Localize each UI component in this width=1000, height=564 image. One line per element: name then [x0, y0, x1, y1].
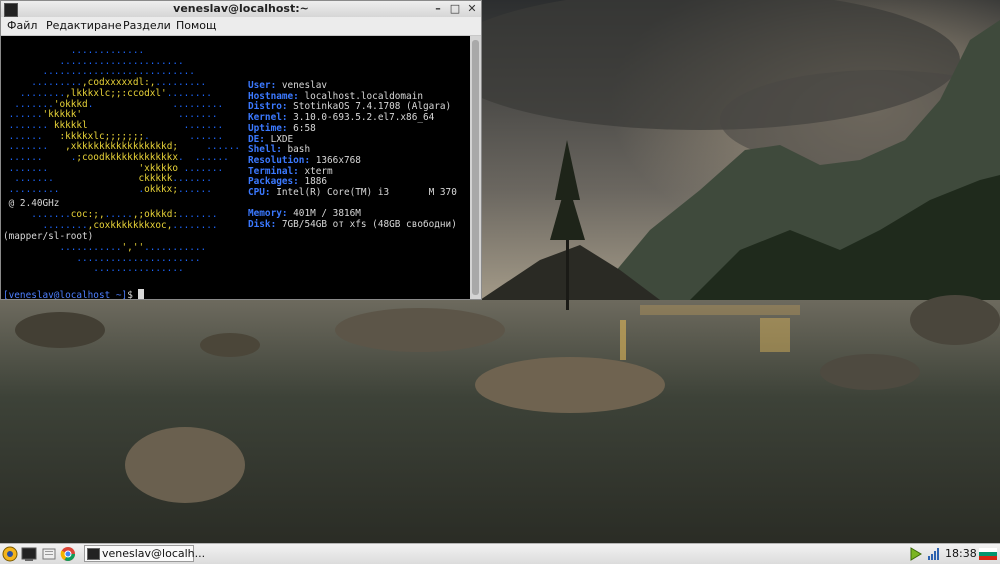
- info-key: Shell:: [248, 144, 282, 156]
- info-key: Kernel:: [248, 112, 288, 124]
- info-row: Disk: 7GB/54GB от xfs (48GB свободни): [248, 219, 457, 231]
- info-key: Distro:: [248, 101, 288, 113]
- menu-help[interactable]: Помощ: [176, 17, 216, 35]
- menu-file[interactable]: Файл: [7, 17, 37, 35]
- info-value: 6:58: [287, 122, 316, 134]
- ascii-logo-line: ................: [3, 263, 184, 275]
- info-value: Intel(R) Core(TM) i3 M 370: [270, 187, 457, 199]
- info-value: veneslav: [276, 80, 328, 91]
- ascii-logo-line: ........,coxkkkkkkkxoc,........: [3, 219, 218, 231]
- network-signal-icon[interactable]: [927, 547, 941, 561]
- terminal-scrollbar[interactable]: [470, 36, 481, 299]
- info-value: StotinkaOS 7.4.1708 (Algara): [287, 101, 452, 113]
- info-key: Packages:: [248, 176, 299, 188]
- taskbar-clock[interactable]: 18:38: [945, 544, 977, 564]
- taskbar-item-terminal[interactable]: veneslav@localh...: [84, 545, 205, 562]
- taskbar-item-label: veneslav@localh...: [102, 547, 206, 560]
- info-key: Hostname:: [248, 90, 299, 102]
- terminal-window[interactable]: veneslav@localhost:~ – □ ✕ Файл Редактир…: [0, 0, 482, 300]
- info-row: CPU: Intel(R) Core(TM) i3 M 370: [248, 187, 457, 199]
- ascii-logo-lower: .......coc:;,.....,;okkkd:....... ......…: [3, 209, 218, 231]
- text-cursor: [138, 289, 145, 299]
- info-key: Resolution:: [248, 154, 311, 166]
- chrome-browser-icon[interactable]: [60, 546, 76, 562]
- info-value: xterm: [298, 165, 333, 177]
- info-key: CPU:: [248, 187, 271, 199]
- info-key: User:: [248, 80, 277, 91]
- menu-tabs[interactable]: Раздели: [123, 17, 171, 35]
- info-value: 1366x768: [310, 154, 361, 166]
- media-play-icon[interactable]: [910, 547, 922, 561]
- terminal-icon: [87, 548, 100, 560]
- terminal-output[interactable]: ............. ...................... ...…: [1, 36, 469, 299]
- info-value: LXDE: [264, 133, 294, 145]
- distro-ascii-logo: ............. ...................... ...…: [3, 45, 240, 196]
- close-icon[interactable]: ✕: [465, 2, 479, 16]
- minimize-icon[interactable]: –: [431, 2, 445, 16]
- info-key: Uptime:: [248, 122, 288, 134]
- window-titlebar[interactable]: veneslav@localhost:~ – □ ✕: [1, 1, 481, 17]
- file-manager-icon[interactable]: [41, 546, 57, 562]
- menu-bar: Файл Редактиране Раздели Помощ: [1, 17, 481, 36]
- info-value: 1886: [298, 176, 328, 188]
- info-value: bash: [281, 144, 311, 156]
- info-value: 7GB/54GB от xfs (48GB свободни): [276, 219, 457, 231]
- info-key: Disk:: [248, 219, 277, 231]
- info-value: 3.10.0-693.5.2.el7.x86_64: [287, 112, 435, 124]
- info-key: DE:: [248, 133, 265, 145]
- terminal-app-icon[interactable]: [4, 3, 18, 17]
- prompt-user-host: [veneslav@localhost ~]: [3, 290, 128, 299]
- shell-prompt[interactable]: [veneslav@localhost ~]$: [3, 289, 145, 299]
- info-value: 401M / 3816M: [287, 208, 361, 220]
- keyboard-layout-flag-icon[interactable]: [979, 548, 997, 560]
- menu-launcher-icon[interactable]: [2, 546, 18, 562]
- terminal-launcher-icon[interactable]: [21, 546, 37, 562]
- ascii-logo-line: ......... .okkkx;......: [3, 184, 212, 196]
- taskbar: veneslav@localh... 18:38: [0, 543, 1000, 564]
- prompt-symbol: $: [127, 290, 139, 299]
- info-key: Terminal:: [248, 165, 299, 177]
- window-title: veneslav@localhost:~: [173, 2, 309, 15]
- ascii-logo-tail: ...........',''........... .............…: [3, 242, 206, 275]
- scrollbar-thumb[interactable]: [472, 40, 479, 295]
- maximize-icon[interactable]: □: [448, 2, 462, 16]
- menu-edit[interactable]: Редактиране: [46, 17, 122, 35]
- system-info: User: veneslav Hostname: localhost.locald…: [248, 80, 457, 231]
- info-key: Memory:: [248, 208, 288, 220]
- info-value: localhost.localdomain: [298, 90, 423, 102]
